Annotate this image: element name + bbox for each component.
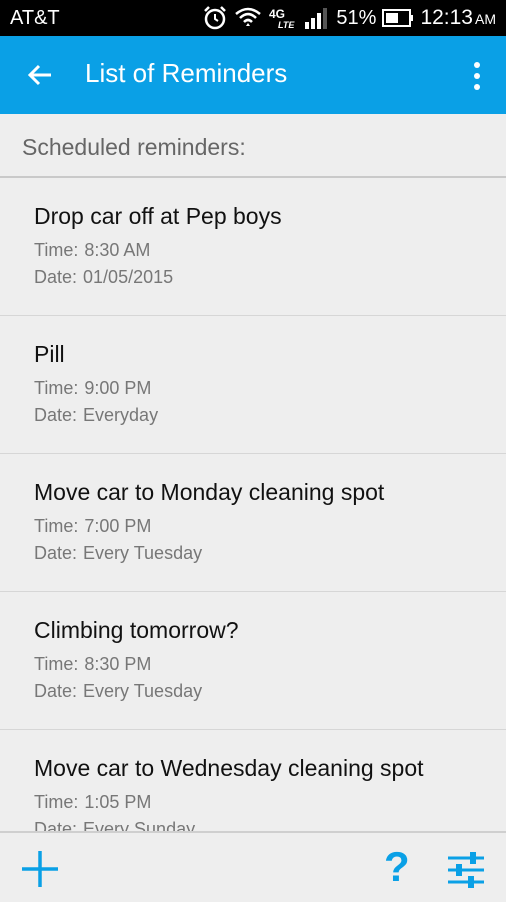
reminder-title: Move car to Wednesday cleaning spot (34, 755, 424, 781)
page-title: List of Reminders (85, 58, 288, 88)
battery-icon (382, 9, 414, 27)
back-arrow-icon[interactable] (26, 61, 54, 89)
bottom-toolbar: ? (0, 831, 506, 902)
status-bar: AT&T 4G LTE 51% 12:13 AM (0, 0, 506, 36)
reminder-title: Drop car off at Pep boys (34, 203, 282, 229)
status-icons: 4G LTE 51% 12:13 AM (202, 5, 496, 31)
battery-percent: 51% (336, 6, 377, 29)
reminder-list[interactable]: Drop car off at Pep boys Time: 8:30 AM Da… (0, 178, 506, 831)
svg-text:LTE: LTE (278, 20, 295, 30)
reminder-date: Date: Every Sunday (34, 819, 196, 831)
reminder-date: Date: Everyday (34, 405, 159, 425)
list-item[interactable]: Pill Time: 9:00 PM Date: Everyday (0, 316, 506, 454)
list-item[interactable]: Move car to Monday cleaning spot Time: 7:… (0, 454, 506, 592)
reminder-title: Move car to Monday cleaning spot (34, 479, 385, 505)
signal-icon (305, 8, 328, 29)
section-header: Scheduled reminders: (0, 114, 506, 178)
reminder-date: Date: Every Tuesday (34, 543, 203, 563)
alarm-icon (204, 6, 227, 30)
app-bar: List of Reminders (0, 36, 506, 114)
help-button[interactable]: ? (384, 843, 410, 891)
reminder-time: Time: 1:05 PM (34, 792, 152, 812)
reminder-title: Climbing tomorrow? (34, 617, 239, 643)
reminder-time: Time: 7:00 PM (34, 516, 152, 536)
settings-sliders-icon[interactable] (446, 851, 486, 889)
carrier-label: AT&T (10, 7, 60, 29)
section-label: Scheduled reminders: (22, 134, 246, 160)
svg-text:4G: 4G (269, 7, 285, 21)
reminder-time: Time: 9:00 PM (34, 378, 152, 398)
reminder-date: Date: Every Tuesday (34, 681, 203, 701)
list-item[interactable]: Climbing tomorrow? Time: 8:30 PM Date: Eve… (0, 592, 506, 730)
clock-ampm: AM (475, 11, 496, 27)
overflow-menu-icon[interactable] (472, 61, 482, 91)
add-icon[interactable] (20, 849, 60, 889)
reminder-time: Time: 8:30 PM (34, 654, 152, 674)
reminder-time: Time: 8:30 AM (34, 240, 151, 260)
clock-time: 12:13 (420, 6, 473, 29)
lte-icon: 4G LTE (269, 7, 295, 30)
list-item[interactable]: Drop car off at Pep boys Time: 8:30 AM Da… (0, 178, 506, 316)
list-item[interactable]: Move car to Wednesday cleaning spot Time… (0, 730, 506, 831)
reminder-title: Pill (34, 341, 65, 367)
reminder-date: Date: 01/05/2015 (34, 267, 174, 287)
wifi-icon (235, 7, 262, 26)
